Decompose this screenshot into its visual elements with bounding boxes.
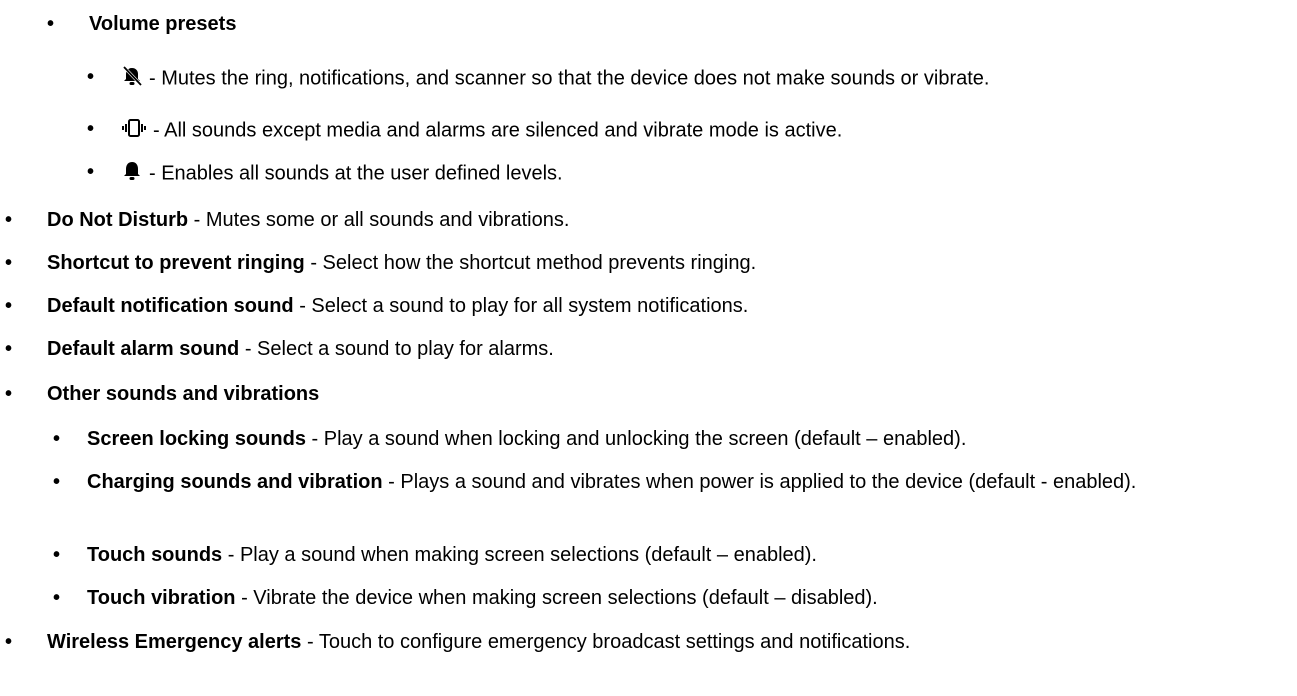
list-item-default-alarm-sound: • Default alarm sound - Select a sound t… xyxy=(5,337,554,361)
item-term: Do Not Disturb xyxy=(47,209,189,231)
preset-item-vibrate: • - All sounds except media and alarms a… xyxy=(87,117,843,145)
item-desc: - Select a sound to play for all system … xyxy=(293,295,749,317)
bullet: • xyxy=(47,13,55,35)
bullet: • xyxy=(53,471,61,493)
item-term: Default notification sound xyxy=(47,295,294,317)
item-desc: - Play a sound when locking and unlockin… xyxy=(305,428,967,450)
item-desc: - Select a sound to play for alarms. xyxy=(239,338,554,360)
list-item-do-not-disturb: • Do Not Disturb - Mutes some or all sou… xyxy=(5,208,570,232)
item-desc: - Mutes some or all sounds and vibration… xyxy=(188,209,570,231)
item-desc: - Touch to configure emergency broadcast… xyxy=(301,631,911,653)
mute-bell-icon xyxy=(121,65,143,93)
item-term: Charging sounds and vibration xyxy=(87,471,383,493)
bullet: • xyxy=(5,338,13,360)
item-term: Touch sounds xyxy=(87,544,223,566)
bullet: • xyxy=(87,66,95,88)
bell-icon xyxy=(121,160,143,188)
sub-item-touch-vibration: • Touch vibration - Vibrate the device w… xyxy=(53,586,878,610)
other-sounds-title: Other sounds and vibrations xyxy=(47,383,320,405)
vibrate-icon xyxy=(121,117,147,145)
sub-item-screen-locking-sounds: • Screen locking sounds - Play a sound w… xyxy=(53,427,967,451)
bullet: • xyxy=(53,428,61,450)
bullet: • xyxy=(53,587,61,609)
bullet: • xyxy=(5,383,13,405)
list-item-volume-presets: • Volume presets xyxy=(47,12,237,36)
preset-sound-text: - Enables all sounds at the user defined… xyxy=(149,162,563,185)
bullet: • xyxy=(5,631,13,653)
bullet: • xyxy=(5,252,13,274)
list-item-shortcut-prevent-ringing: • Shortcut to prevent ringing - Select h… xyxy=(5,251,757,275)
list-item-default-notification-sound: • Default notification sound - Select a … xyxy=(5,294,749,318)
item-term: Screen locking sounds xyxy=(87,428,306,450)
item-desc: - Vibrate the device when making screen … xyxy=(235,587,878,609)
preset-mute-text: - Mutes the ring, notifications, and sca… xyxy=(149,67,990,90)
item-desc: - Select how the shortcut method prevent… xyxy=(304,252,757,274)
bullet: • xyxy=(53,544,61,566)
bullet: • xyxy=(5,209,13,231)
bullet: • xyxy=(5,295,13,317)
item-desc: - Plays a sound and vibrates when power … xyxy=(382,471,1137,493)
item-term: Shortcut to prevent ringing xyxy=(47,252,305,274)
volume-presets-title: Volume presets xyxy=(89,13,237,35)
item-term: Default alarm sound xyxy=(47,338,240,360)
item-term: Touch vibration xyxy=(87,587,236,609)
preset-item-mute: • - Mutes the ring, notifications, and s… xyxy=(87,65,990,93)
bullet: • xyxy=(87,118,95,140)
sub-item-touch-sounds: • Touch sounds - Play a sound when makin… xyxy=(53,543,817,567)
list-item-wireless-emergency-alerts: • Wireless Emergency alerts - Touch to c… xyxy=(5,630,911,654)
item-desc: - Play a sound when making screen select… xyxy=(222,544,817,566)
preset-vibrate-text: - All sounds except media and alarms are… xyxy=(153,119,843,142)
sub-item-charging-sounds: • Charging sounds and vibration - Plays … xyxy=(53,470,1267,494)
list-item-other-sounds: • Other sounds and vibrations xyxy=(5,382,320,406)
preset-item-sound: • - Enables all sounds at the user defin… xyxy=(87,160,563,188)
item-term: Wireless Emergency alerts xyxy=(47,631,302,653)
bullet: • xyxy=(87,161,95,183)
